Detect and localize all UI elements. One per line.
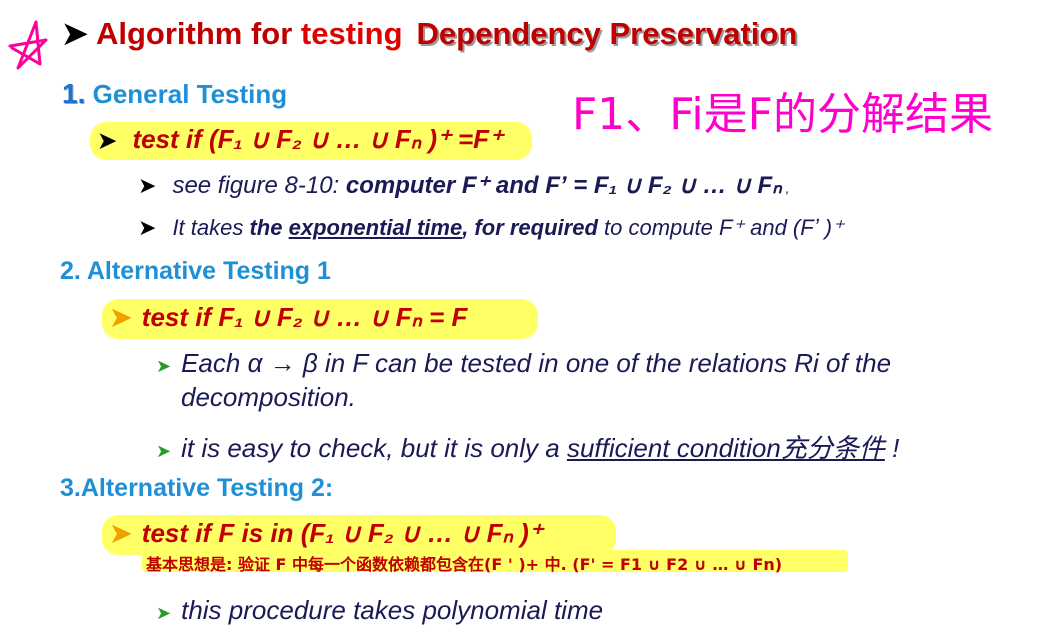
section1-test: ➤ test if (F₁ ∪ F₂ ∪ … ∪ Fₙ )⁺ =F⁺ (98, 124, 503, 154)
arrow-bullet-icon: ➤ (110, 518, 132, 548)
star-icon (8, 20, 48, 70)
section2-bullet1-cont: decomposition. (181, 382, 356, 412)
title-part1: Algorithm for (95, 16, 301, 51)
title-part2: testing (300, 16, 403, 51)
arrow-bullet-icon: ➤ (110, 302, 132, 332)
section2-bullet1: ➤ Each α → β in F can be tested in one of… (156, 348, 892, 378)
section3-test: ➤ test if F is in (F₁ ∪ F₂ ∪ … ∪ Fₙ )⁺ (110, 518, 543, 548)
arrow-bullet-icon: ➤ (138, 173, 157, 198)
arrow-bullet-icon: ➤ (98, 128, 117, 153)
section3-heading: 3.Alternative Testing 2: (60, 474, 334, 502)
section2-test: ➤ test if F₁ ∪ F₂ ∪ … ∪ Fₙ = F (110, 302, 468, 332)
section2-bullet2: ➤ it is easy to check, but it is only a s… (156, 433, 900, 463)
section1-bullet1: ➤ see figure 8-10: computer F⁺ and Fʼ = F… (138, 172, 790, 199)
arrow-bullet-icon: ➤ (156, 603, 172, 623)
handwritten-annotation: F1、Fi是F的分解结果 (572, 89, 993, 140)
section1-label: General Testing (92, 79, 288, 109)
arrow-bullet-icon: ➤ (156, 356, 172, 376)
section1-number: 1. (62, 78, 86, 109)
arrow-bullet-icon: ➤ (156, 441, 172, 461)
section1-heading: 1. General Testing (62, 78, 287, 110)
arrow-bullet-icon: ➤ (62, 16, 88, 51)
section3-cn-note: 基本思想是: 验证 F 中每一个函数依赖都包含在(F ' )+ 中. (F' =… (146, 555, 783, 574)
arrow-bullet-icon: ➤ (138, 215, 157, 240)
section2-heading: 2. Alternative Testing 1 (60, 257, 331, 285)
slide-title: ➤ Algorithm for testing Dependency Preserv… (62, 16, 797, 52)
title-part3: Dependency Preservation (416, 16, 798, 51)
section1-bullet2: ➤ It takes the exponential time, for requ… (138, 215, 844, 240)
section3-bullet1: ➤ this procedure takes polynomial time (156, 595, 604, 625)
